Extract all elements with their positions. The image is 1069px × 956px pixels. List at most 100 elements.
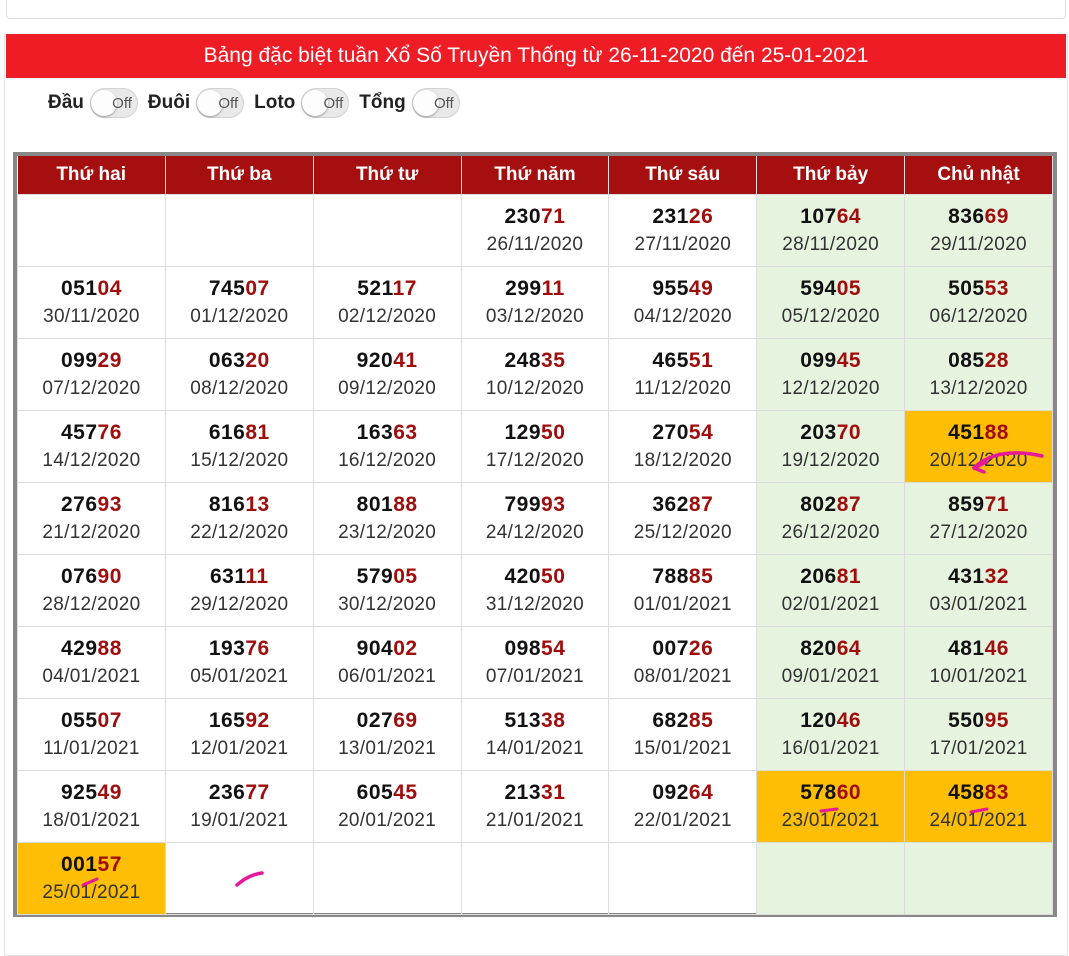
table-row: 09929 07/12/2020 06320 08/12/2020 92041 09/12… [17,338,1053,411]
empty-cell [312,194,462,267]
result-number: 29911 [462,275,609,303]
number-tail: 69 [393,708,418,732]
result-number: 10764 [757,203,904,231]
results-body: 23071 26/11/2020 23126 27/11/2020 10764 28/11… [17,194,1053,915]
number-head: 055 [60,708,98,732]
number-tail: 81 [245,420,270,444]
number-tail: 05 [836,276,862,300]
number-tail: 31 [541,780,566,804]
result-number: 92041 [314,347,461,375]
result-date: 06/01/2021 [338,665,437,687]
header-thursday: Thứ năm [461,156,610,195]
table-row: 07690 28/12/2020 63111 29/12/2020 57905 30/12… [17,554,1053,627]
result-number: 07690 [18,563,165,591]
result-number: 60545 [314,779,461,807]
number-head: 120 [800,708,837,732]
result-date: 08/01/2021 [633,665,732,687]
number-tail: 20 [245,348,270,372]
result-number: 12950 [462,419,609,447]
number-head: 206 [800,564,837,588]
result-number: 20681 [757,563,904,591]
result-number: 05507 [18,707,165,735]
number-tail: 07 [245,276,270,300]
number-tail: 95 [984,708,1009,732]
result-date: 29/11/2020 [930,233,1027,255]
result-number: 55095 [905,707,1052,735]
number-tail: 87 [836,492,862,516]
number-head: 925 [60,780,98,804]
number-head: 420 [504,564,542,588]
number-head: 505 [948,276,985,300]
result-cell: 81613 22/12/2020 [164,482,314,555]
toggle-duoi[interactable]: Off [196,88,245,118]
number-tail: 88 [393,492,418,516]
result-cell: 90402 06/01/2021 [312,626,462,699]
table-row: 92549 18/01/2021 23677 19/01/2021 60545 20/01… [17,770,1053,843]
result-cell: 19376 05/01/2021 [164,626,314,699]
number-tail: 85 [688,564,714,588]
number-tail: 51 [688,348,714,372]
number-tail: 87 [688,492,714,516]
number-head: 631 [209,564,246,588]
result-date: 14/01/2021 [485,737,584,759]
result-date: 08/12/2020 [190,377,289,399]
result-date: 24/01/2021 [929,809,1028,831]
header-wednesday: Thứ tư [313,156,462,195]
result-number: 09264 [609,779,756,807]
toggle-duoi-state: Off [218,95,239,112]
number-tail: 41 [393,348,418,372]
number-head: 799 [504,492,542,516]
result-cell: 12950 17/12/2020 [460,410,610,483]
result-date: 13/12/2020 [929,377,1028,399]
number-tail: 28 [984,348,1009,372]
result-cell: 24835 10/12/2020 [460,338,610,411]
table-row: 05507 11/01/2021 16592 12/01/2021 02769 13/01… [17,698,1053,771]
toggle-loto-state: Off [323,95,344,112]
result-date: 29/12/2020 [190,593,289,615]
result-date: 01/01/2021 [633,593,732,615]
header-friday: Thứ sáu [608,156,758,195]
result-date: 26/11/2020 [486,233,584,255]
result-date: 25/01/2021 [42,881,141,903]
result-cell: 23126 27/11/2020 [608,194,758,267]
result-cell: 95549 04/12/2020 [608,266,758,339]
result-number: 83669 [905,203,1052,231]
number-head: 098 [504,636,542,660]
result-date: 15/01/2021 [633,737,732,759]
result-date: 07/12/2020 [42,377,141,399]
number-tail: 90 [97,564,122,588]
toggle-loto[interactable]: Off [301,88,350,118]
result-number: 85971 [905,491,1052,519]
number-tail: 35 [541,348,566,372]
result-cell: 21331 21/01/2021 [460,770,610,843]
number-tail: 45 [836,348,862,372]
result-date: 27/12/2020 [929,521,1028,543]
toggle-dau[interactable]: Off [89,88,138,118]
result-number: 61681 [166,419,313,447]
number-tail: 50 [541,420,566,444]
result-number: 09929 [18,347,165,375]
result-cell: 20370 19/12/2020 [756,410,906,483]
number-head: 431 [948,564,985,588]
result-date: 30/12/2020 [338,593,437,615]
result-number: 09945 [757,347,904,375]
number-tail: 07 [97,708,122,732]
result-cell: 07690 28/12/2020 [17,554,166,627]
number-tail: 57 [97,852,122,876]
number-head: 362 [652,492,689,516]
result-cell: 57860 23/01/2021 [756,770,906,843]
result-cell: 74507 01/12/2020 [164,266,314,339]
table-row: 42988 04/01/2021 19376 05/01/2021 90402 06/01… [17,626,1053,699]
result-number: 12046 [757,707,904,735]
number-tail: 64 [836,636,862,660]
empty-cell [164,194,314,267]
empty-cell [164,842,314,915]
toggle-tong[interactable]: Off [411,88,460,118]
number-tail: 53 [984,276,1009,300]
number-tail: 88 [984,420,1009,444]
result-number: 20370 [757,419,904,447]
result-date: 11/01/2021 [43,737,140,759]
result-number: 81613 [166,491,313,519]
number-head: 107 [800,204,837,228]
result-cell: 63111 29/12/2020 [164,554,314,627]
